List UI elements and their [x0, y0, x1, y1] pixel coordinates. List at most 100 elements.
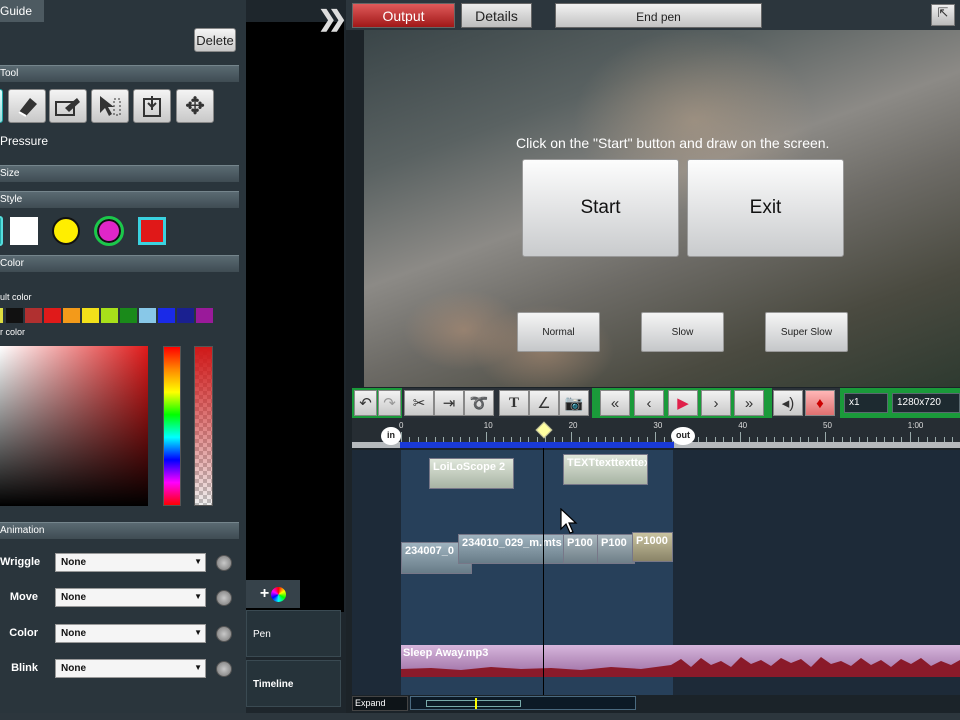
- in-marker[interactable]: in: [381, 427, 401, 445]
- select-tool-button[interactable]: [91, 89, 129, 123]
- ruler-tick-mark: [875, 437, 877, 442]
- step-forward-icon[interactable]: ›: [701, 390, 731, 416]
- blink-dial[interactable]: [216, 661, 232, 677]
- audio-clip[interactable]: Sleep Away.mp3: [401, 645, 960, 677]
- normal-speed-button[interactable]: Normal: [517, 312, 600, 352]
- eraser-tool-button[interactable]: [8, 89, 46, 123]
- stamp-icon: [143, 96, 161, 117]
- video-clip[interactable]: P100: [597, 534, 635, 564]
- palette-swatch[interactable]: [0, 308, 3, 323]
- delete-button[interactable]: Delete: [194, 28, 236, 52]
- skip-back-icon[interactable]: «: [600, 390, 630, 416]
- style-option-red-square[interactable]: [137, 216, 167, 246]
- camera-icon[interactable]: 📷: [559, 390, 589, 416]
- palette-swatch[interactable]: [44, 308, 61, 323]
- exit-button[interactable]: Exit: [687, 159, 844, 257]
- ruler-tick-mark: [468, 437, 470, 442]
- plus-icon: +: [259, 585, 270, 602]
- text-tool-icon[interactable]: T: [499, 390, 529, 416]
- start-button[interactable]: Start: [522, 159, 679, 257]
- ruler-tick-mark: [706, 437, 708, 442]
- style-option-selected[interactable]: [0, 216, 3, 246]
- guide-tab[interactable]: Guide: [0, 0, 44, 22]
- add-button[interactable]: +: [246, 580, 300, 608]
- preview-canvas[interactable]: Click on the "Start" button and draw on …: [364, 30, 960, 387]
- skip-forward-icon[interactable]: »: [734, 390, 764, 416]
- palette-swatch[interactable]: [177, 308, 194, 323]
- style-section-header: Style: [0, 191, 239, 208]
- ruler-tick-mark: [536, 437, 538, 442]
- audio-wave-icon[interactable]: ♦: [805, 390, 835, 416]
- wriggle-select[interactable]: None: [55, 553, 206, 572]
- move-select[interactable]: None: [55, 588, 206, 607]
- wriggle-label: Wriggle: [0, 556, 41, 568]
- pen-tool-button[interactable]: [0, 89, 3, 123]
- palette-swatch[interactable]: [82, 308, 99, 323]
- stamp-tool-button[interactable]: [133, 89, 171, 123]
- palette-swatch[interactable]: [63, 308, 80, 323]
- palette-swatch[interactable]: [196, 308, 213, 323]
- color-dial[interactable]: [216, 626, 232, 642]
- fill-tool-button[interactable]: [49, 89, 87, 123]
- details-tab[interactable]: Details: [461, 3, 532, 28]
- overview-viewport[interactable]: [426, 700, 521, 707]
- expand-window-icon[interactable]: ⇱: [931, 4, 955, 26]
- ruler-tick-mark: [460, 437, 462, 442]
- ruler-tick-label: 20: [568, 421, 578, 430]
- style-option-magenta-ring[interactable]: [94, 216, 124, 246]
- palette-swatch[interactable]: [158, 308, 175, 323]
- style-option-yellow-circle[interactable]: [51, 216, 81, 246]
- speed-select[interactable]: x1: [844, 393, 888, 413]
- text-clip[interactable]: LoiLoScope 2: [429, 458, 514, 489]
- lasso-icon[interactable]: ➰: [464, 390, 494, 416]
- text-clip[interactable]: TEXTtexttexttext: [563, 454, 648, 485]
- video-clip[interactable]: 234010_029_m.mts: [458, 534, 566, 564]
- play-icon[interactable]: ▶: [668, 390, 698, 416]
- opacity-slider[interactable]: [194, 346, 213, 506]
- timeline-toolbar: ↶ ↷ ✂ ⇥ ➰ T ∠ 📷 « ‹ ▶ › » ◂) ♦ x1 1280x7…: [352, 388, 960, 418]
- video-clip[interactable]: P100: [563, 534, 599, 564]
- super-slow-speed-button[interactable]: Super Slow: [765, 312, 848, 352]
- undo-icon[interactable]: ↶: [354, 390, 377, 416]
- blink-select[interactable]: None: [55, 659, 206, 678]
- color-select[interactable]: None: [55, 624, 206, 643]
- redo-icon[interactable]: ↷: [378, 390, 401, 416]
- split-arrow-icon[interactable]: ⇥: [434, 390, 464, 416]
- move-tool-button[interactable]: ✥: [176, 89, 214, 123]
- ruler-tick-mark: [867, 437, 869, 442]
- timeline-tab[interactable]: Timeline: [246, 660, 341, 707]
- palette-swatch[interactable]: [6, 308, 23, 323]
- palette-swatch[interactable]: [120, 308, 137, 323]
- timeline-tracks[interactable]: LoiLoScope 2 TEXTtexttexttext 234007_0 2…: [352, 448, 960, 695]
- pen-settings-panel: Guide Delete Tool ✥ Pressure Size Style …: [0, 0, 246, 720]
- palette-swatch[interactable]: [25, 308, 42, 323]
- scissors-icon[interactable]: ✂: [404, 390, 434, 416]
- draw-pen-icon[interactable]: ∠: [529, 390, 559, 416]
- step-back-icon[interactable]: ‹: [634, 390, 664, 416]
- color-gradient-picker[interactable]: [0, 346, 148, 506]
- video-clip[interactable]: P1000: [632, 532, 673, 562]
- magenta-ring-icon: [94, 216, 124, 246]
- resolution-select[interactable]: 1280x720: [892, 393, 960, 413]
- style-option-white[interactable]: [9, 216, 39, 246]
- slow-speed-button[interactable]: Slow: [641, 312, 724, 352]
- volume-icon[interactable]: ◂): [773, 390, 803, 416]
- wriggle-dial[interactable]: [216, 555, 232, 571]
- move-dial[interactable]: [216, 590, 232, 606]
- palette-swatch[interactable]: [101, 308, 118, 323]
- output-tab[interactable]: Output: [352, 3, 455, 28]
- palette-swatch[interactable]: [139, 308, 156, 323]
- out-marker[interactable]: out: [671, 427, 695, 445]
- ruler-tick-mark: [409, 437, 411, 442]
- ruler-tick-mark: [570, 432, 572, 442]
- size-section-header: Size: [0, 165, 239, 182]
- ruler-tick-mark: [401, 432, 402, 442]
- collapse-chevron-icon[interactable]: ❯❯: [318, 6, 347, 32]
- playhead-diamond[interactable]: [535, 421, 553, 439]
- hue-slider[interactable]: [163, 346, 181, 506]
- pen-tab[interactable]: Pen: [246, 610, 341, 657]
- timeline-ruler[interactable]: 0 10 20 30 40 50 1:00 in out: [352, 418, 960, 448]
- expand-select[interactable]: Expand: [352, 696, 408, 711]
- timeline-overview-scrollbar[interactable]: [410, 696, 636, 710]
- end-pen-button[interactable]: End pen: [555, 3, 762, 28]
